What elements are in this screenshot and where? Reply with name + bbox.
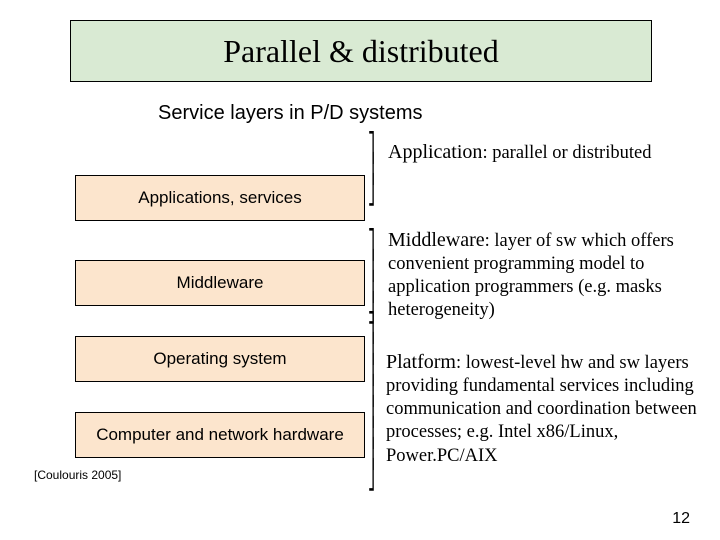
platform-desc-lead: Platform [386,351,456,373]
layer-os-label: Operating system [153,349,286,369]
layer-operating-system: Operating system [75,336,365,382]
bracket-platform: ⎤⎥⎥⎥⎥⎥⎥⎦ [368,318,375,486]
middleware-desc-lead: Middleware [388,229,485,251]
layer-middleware-label: Middleware [177,273,264,293]
slide-title: Parallel & distributed [223,33,499,70]
platform-description: Platform: lowest-level hw and sw layers … [386,350,702,468]
layer-applications: Applications, services [75,175,365,221]
middleware-description: Middleware: layer of sw which offers con… [388,228,698,323]
layer-hardware: Computer and network hardware [75,412,365,458]
layer-hardware-label: Computer and network hardware [96,425,344,445]
application-description: Application: parallel or distributed [388,140,698,165]
slide-title-box: Parallel & distributed [70,20,652,82]
application-desc-rest: : parallel or distributed [482,143,651,163]
page-number: 12 [672,510,690,528]
citation: [Coulouris 2005] [34,468,121,482]
bracket-middleware: ⎤⎥⎥⎦ [368,235,375,319]
bracket-application: ⎤⎥⎦ [368,138,375,201]
application-desc-lead: Application [388,141,482,163]
slide-subtitle: Service layers in P/D systems [158,102,423,125]
layer-middleware: Middleware [75,260,365,306]
layer-applications-label: Applications, services [138,188,301,208]
